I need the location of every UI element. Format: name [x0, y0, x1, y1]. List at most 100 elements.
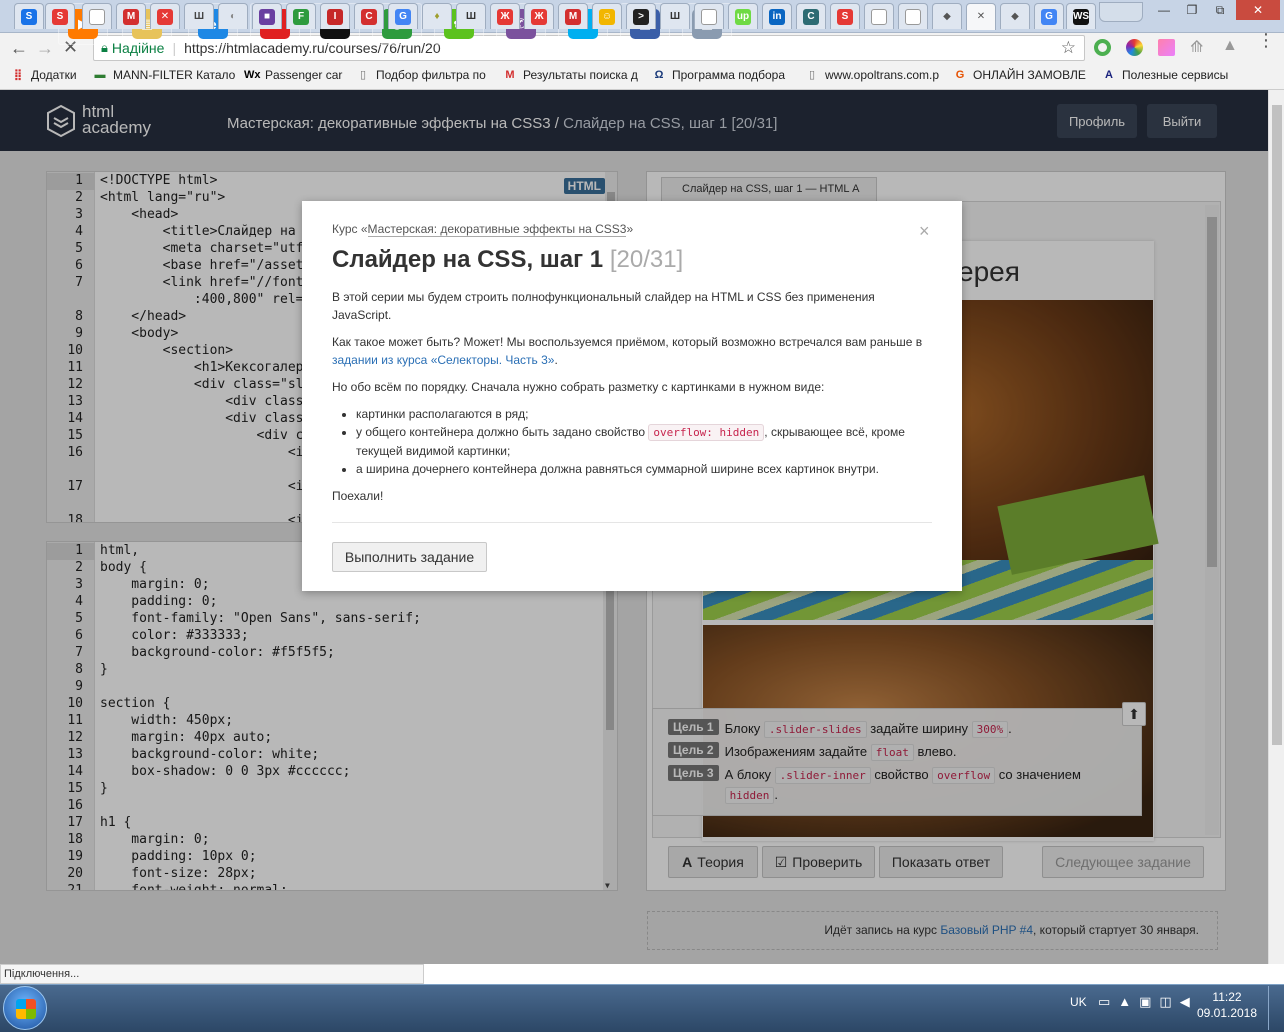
- browser-tab[interactable]: ✕: [966, 3, 996, 30]
- course-prefix: Курс «: [332, 222, 368, 236]
- browser-tab[interactable]: F: [286, 3, 316, 29]
- selectors-course-link[interactable]: задании из курса «Селекторы. Часть 3»: [332, 353, 554, 367]
- browser-tab[interactable]: >: [626, 3, 656, 29]
- browser-tab[interactable]: Ш: [660, 3, 690, 29]
- clock[interactable]: 11:22 09.01.2018: [1196, 989, 1258, 1021]
- browser-tab[interactable]: up: [728, 3, 758, 29]
- modal-list-item-1: картинки располагаются в ряд;: [356, 405, 932, 423]
- bookmark-item[interactable]: Wx Passenger car: [244, 67, 342, 83]
- extension-pink-icon[interactable]: [1158, 39, 1175, 56]
- browser-tab[interactable]: ◆: [1000, 3, 1030, 29]
- browser-tab[interactable]: [898, 3, 928, 29]
- close-window-icon[interactable]: ✕: [1236, 0, 1280, 20]
- browser-tab[interactable]: S: [45, 3, 75, 29]
- smile-icon: ☺: [599, 8, 615, 25]
- bookmark-label: Подбор фильтра по: [376, 68, 486, 82]
- modal-close-icon[interactable]: ×: [919, 221, 930, 242]
- star-icon[interactable]: ☆: [1061, 38, 1076, 58]
- browser-tab[interactable]: S: [830, 3, 860, 29]
- browser-tab[interactable]: ✕: [150, 3, 180, 29]
- forward-icon[interactable]: →: [36, 38, 54, 59]
- terminal-icon: >: [633, 8, 649, 25]
- bookmarks-bar: ⣿ Додатки ▬ MANN-FILTER Катало Wx Passenger c…: [0, 63, 1284, 90]
- f-icon: F: [293, 8, 309, 25]
- modal-paragraph-1: В этой серии мы будем строить полнофункц…: [332, 290, 875, 322]
- thermometer-icon: I: [327, 8, 343, 25]
- course-suffix: »: [626, 222, 634, 236]
- bookmark-label: MANN-FILTER Катало: [113, 68, 236, 82]
- maximize-icon[interactable]: ⧉: [1206, 0, 1234, 20]
- browser-tab[interactable]: ■: [252, 3, 282, 29]
- modal-paragraph-4: Поехали!: [332, 489, 384, 503]
- tray-icons[interactable]: ▭▲▣◫◀: [1098, 994, 1198, 1010]
- paragraph-2-prefix: Как такое может быть? Может! Мы воспольз…: [332, 335, 923, 349]
- shield-icon: ◆: [943, 10, 951, 22]
- extension-color-icon[interactable]: [1126, 39, 1143, 56]
- page-icon: [89, 8, 105, 25]
- bookmark-item[interactable]: ▯ Подбор фильтра по: [355, 67, 486, 83]
- page-scrollbar[interactable]: [1268, 90, 1284, 964]
- bookmark-item[interactable]: A Полезные сервисы: [1101, 67, 1228, 83]
- a-icon: A: [1105, 69, 1113, 81]
- bookmark-item[interactable]: ▯ www.opoltrans.com.p: [804, 67, 939, 83]
- bookmark-item[interactable]: M Результаты поиска д: [502, 67, 638, 83]
- browser-tab[interactable]: ◐: [218, 3, 248, 29]
- s-red-icon: S: [52, 8, 68, 25]
- course-link[interactable]: Мастерская: декоративные эффекты на CSS3: [367, 222, 627, 237]
- bookmark-item[interactable]: Ω Программа подбора: [651, 67, 785, 83]
- upwork-icon: up: [735, 8, 751, 25]
- building-icon: Ш: [669, 10, 681, 22]
- browser-tab[interactable]: C: [354, 3, 384, 29]
- shield-icon: ◆: [1011, 10, 1019, 22]
- start-task-button[interactable]: Выполнить задание: [332, 542, 487, 572]
- browser-tab[interactable]: [82, 3, 112, 29]
- page-icon: [701, 8, 717, 25]
- menu-icon[interactable]: ⋮: [1257, 31, 1275, 49]
- browser-tab[interactable]: I: [320, 3, 350, 29]
- start-button[interactable]: [3, 986, 47, 1030]
- browser-tab[interactable]: [694, 3, 724, 29]
- show-desktop-button[interactable]: [1268, 986, 1282, 1030]
- browser-tab[interactable]: Ш: [456, 3, 486, 29]
- browser-tab[interactable]: in: [762, 3, 792, 29]
- restore-icon[interactable]: ❐: [1178, 0, 1206, 20]
- bookmark-label: Результаты поиска д: [523, 68, 638, 82]
- browser-tab[interactable]: [864, 3, 894, 29]
- m-icon: M: [505, 69, 515, 81]
- modal-list: картинки располагаются в ряд; у общего к…: [332, 405, 932, 478]
- page-icon: [871, 8, 887, 25]
- browser-tab[interactable]: ◆: [932, 3, 962, 29]
- browser-tab[interactable]: C: [796, 3, 826, 29]
- browser-tab[interactable]: Ж: [524, 3, 554, 29]
- minimize-icon[interactable]: —: [1150, 0, 1178, 20]
- browser-tab[interactable]: WS: [1066, 3, 1096, 29]
- bookmark-item[interactable]: ⣿ Додатки: [10, 67, 77, 83]
- browser-tab[interactable]: ☺: [592, 3, 622, 29]
- s-icon: S: [21, 8, 37, 25]
- browser-tab[interactable]: Ш: [184, 3, 214, 29]
- clock-date: 09.01.2018: [1196, 1006, 1258, 1020]
- close-icon: ✕: [976, 11, 986, 22]
- modal-divider: [332, 522, 932, 523]
- extension-drive-icon[interactable]: ▲: [1222, 37, 1238, 55]
- browser-tab[interactable]: ♦: [422, 3, 452, 29]
- new-tab-button[interactable]: [1099, 2, 1143, 22]
- browser-tab[interactable]: M: [558, 3, 588, 29]
- bookmark-item[interactable]: ▬ MANN-FILTER Катало: [92, 67, 236, 83]
- paragraph-2-suffix: .: [554, 353, 558, 367]
- language-indicator[interactable]: UK: [1070, 995, 1087, 1009]
- browser-tab[interactable]: S: [14, 3, 44, 29]
- browser-tab[interactable]: G: [388, 3, 418, 29]
- browser-tab[interactable]: Ж: [490, 3, 520, 29]
- bookmark-item[interactable]: G ОНЛАЙН ЗАМОВЛЕ: [952, 67, 1086, 83]
- windows-taskbar: [0, 984, 1284, 1032]
- s-red-icon: S: [837, 8, 853, 25]
- google-icon: G: [1041, 8, 1057, 25]
- building-icon: Ш: [193, 10, 205, 22]
- back-icon[interactable]: ←: [10, 38, 28, 59]
- modal-counter: [20/31]: [609, 246, 684, 273]
- browser-tab[interactable]: G: [1034, 3, 1064, 29]
- extension-pdf-icon[interactable]: ⟰: [1190, 37, 1203, 57]
- browser-tab[interactable]: M: [116, 3, 146, 29]
- extension-ring-icon[interactable]: [1094, 39, 1111, 56]
